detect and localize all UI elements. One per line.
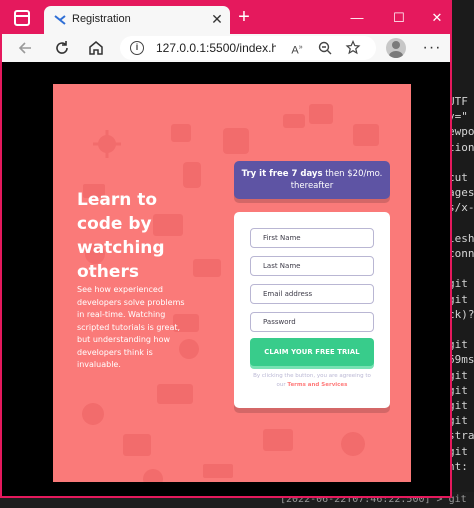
free-trial-banner: Try it free 7 days then $20/mo. thereaft… bbox=[234, 161, 390, 199]
description: See how experienced developers solve pro… bbox=[77, 285, 185, 369]
email-field[interactable]: Email address bbox=[250, 284, 374, 304]
password-field[interactable]: Password bbox=[250, 312, 374, 332]
favorites-icon[interactable] bbox=[344, 39, 362, 57]
more-icon[interactable]: ··· bbox=[422, 38, 442, 58]
close-window-button[interactable]: ✕ bbox=[426, 8, 448, 28]
home-icon[interactable] bbox=[86, 38, 106, 58]
read-aloud-icon[interactable]: A» bbox=[288, 39, 306, 57]
title-bar: Registration ✕ + — ☐ ✕ bbox=[2, 2, 450, 34]
minimize-button[interactable]: — bbox=[346, 8, 368, 28]
zoom-icon[interactable] bbox=[316, 39, 334, 57]
page-viewport: Learn to code by watching others See how… bbox=[5, 62, 448, 496]
new-tab-button[interactable]: + bbox=[234, 6, 254, 28]
favicon-icon bbox=[54, 15, 66, 25]
signup-form: First Name Last Name Email address Passw… bbox=[234, 212, 390, 408]
address-bar[interactable]: i 127.0.0.1:5500/index.html A» bbox=[120, 36, 376, 60]
terms-notice: By clicking the button, you are agreeing… bbox=[252, 372, 372, 390]
tab-actions-icon[interactable] bbox=[14, 10, 30, 26]
trial-bold-text: Try it free 7 days bbox=[241, 169, 323, 179]
browser-window: Registration ✕ + — ☐ ✕ i 127.0.0.1:5500/… bbox=[0, 0, 452, 498]
refresh-icon[interactable] bbox=[52, 38, 72, 58]
url-text[interactable]: 127.0.0.1:5500/index.html bbox=[156, 41, 276, 55]
tab-registration[interactable]: Registration ✕ bbox=[44, 6, 230, 34]
back-icon[interactable] bbox=[16, 38, 36, 58]
tab-title: Registration bbox=[72, 13, 131, 25]
claim-free-trial-button[interactable]: CLAIM YOUR FREE TRIAL bbox=[250, 338, 374, 366]
headline: Learn to code by watching others bbox=[77, 190, 165, 282]
intro-section: Learn to code by watching others See how… bbox=[53, 84, 411, 482]
last-name-field[interactable]: Last Name bbox=[250, 256, 374, 276]
first-name-field[interactable]: First Name bbox=[250, 228, 374, 248]
maximize-button[interactable]: ☐ bbox=[388, 8, 410, 28]
browser-toolbar: i 127.0.0.1:5500/index.html A» ··· bbox=[2, 34, 450, 62]
terms-link[interactable]: Terms and Services bbox=[287, 382, 347, 388]
tab-close-icon[interactable]: ✕ bbox=[208, 10, 226, 28]
profile-avatar[interactable] bbox=[386, 38, 406, 58]
site-info-icon[interactable]: i bbox=[130, 41, 144, 55]
